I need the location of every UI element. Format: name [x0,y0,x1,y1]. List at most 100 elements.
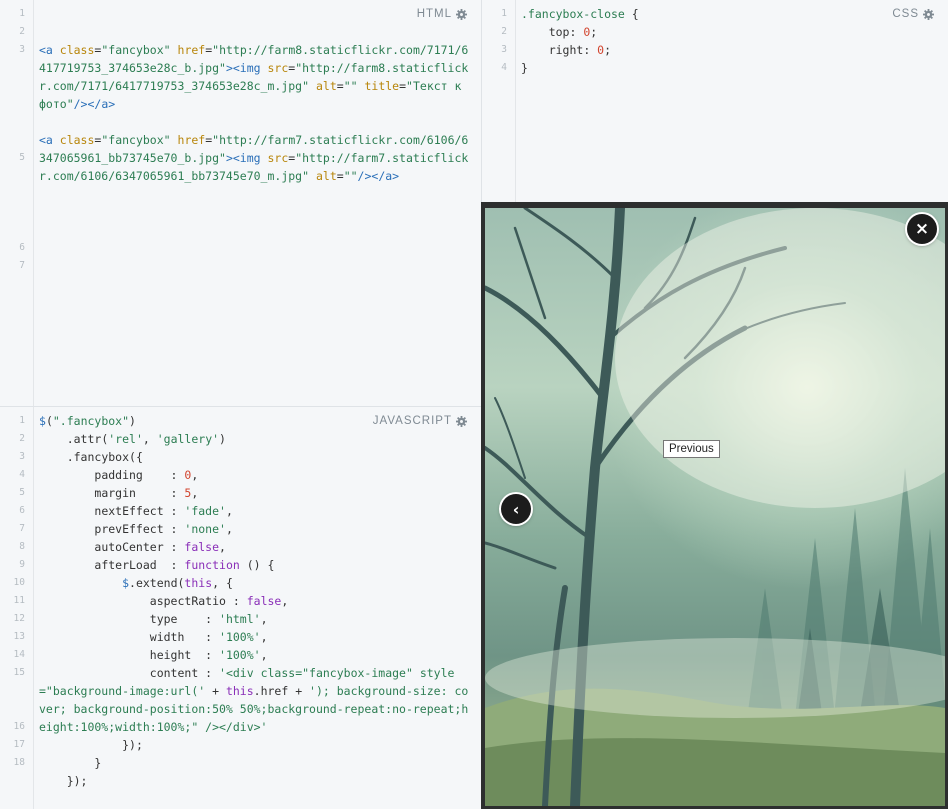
line-number: 13 [13,631,25,642]
line-number: 8 [19,541,25,552]
code-token: src [267,151,289,165]
html-gutter: 1 2 3 5 6 7 [0,0,34,406]
css-pane[interactable]: 1 2 3 4 .fancybox-close { top: 0; right:… [482,0,948,202]
forest-scene [485,208,945,806]
code-token: class [59,43,95,57]
line-number: 5 [19,487,25,498]
code-token: content : [39,666,220,680]
previous-tooltip: Previous [663,440,720,458]
code-token: { [624,7,639,21]
code-line: top: 0; [521,23,940,41]
code-token: } [521,61,528,75]
code-token: .attr( [39,432,109,446]
html-pane[interactable]: 1 2 3 5 6 7 <a class="fancybox" href="ht… [0,0,481,406]
line-number: 4 [501,62,507,73]
code-line: right: 0; [521,41,940,59]
line-number: 1 [501,8,507,19]
code-line: content : '<div class="fancybox-image" s… [39,664,473,736]
code-token: = [336,169,344,183]
code-token: $ [39,414,46,428]
js-code[interactable]: $(".fancybox") .attr('rel', 'gallery') .… [39,412,473,790]
html-code[interactable]: <a class="fancybox" href="http://farm8.s… [39,5,473,221]
line-number: 16 [13,721,25,732]
code-token: 'html' [219,612,261,626]
code-token: ) [219,432,226,446]
line-number: 6 [19,242,25,253]
line-number: 12 [13,613,25,624]
code-token: '100%' [219,648,261,662]
css-label-text: CSS [892,8,919,20]
line-number: 17 [13,739,25,750]
js-pane[interactable]: 1 2 3 4 5 6 7 8 9 10 11 12 13 14 15 16 17 18 $(".fancybox… [0,407,481,809]
line-number: 2 [501,26,507,37]
code-token: class [59,133,95,147]
code-token: 'none' [184,522,226,536]
code-token: nextEffect : [39,504,185,518]
line-number: 2 [19,26,25,37]
code-token: , [191,468,199,482]
code-token: "fancybox" [101,133,171,147]
code-token: right: [521,43,598,57]
code-token: title [364,79,400,93]
js-label-text: JAVASCRIPT [372,415,452,427]
code-token: ( [45,414,53,428]
code-token: <a [39,43,60,57]
code-token: , [260,630,268,644]
code-token: ><img [225,61,268,75]
lightbox-image[interactable]: × ‹ Previous [485,208,945,806]
css-code[interactable]: .fancybox-close { top: 0; right: 0;} [521,5,940,77]
line-number: 5 [19,152,25,163]
html-label-text: HTML [416,8,452,20]
line-number: 9 [19,559,25,570]
previous-arrow-icon[interactable]: ‹ [501,494,531,524]
code-token: "" [343,169,358,183]
code-token: autoCenter : [39,540,185,554]
code-line: padding : 0, [39,466,473,484]
line-number: 3 [501,44,507,55]
code-token: type : [39,612,220,626]
code-line: afterLoad : function () { [39,556,473,574]
code-token: href [177,133,206,147]
code-token: 'rel' [108,432,143,446]
code-token: "" [343,79,358,93]
code-token: href [177,43,206,57]
code-token: afterLoad : [39,558,185,572]
code-line: } [521,59,940,77]
code-token: + [205,684,226,698]
code-token: , [225,504,233,518]
code-token: .href + [253,684,310,698]
code-line: .fancybox({ [39,448,473,466]
code-token: .fancybox({ [39,450,143,464]
fancybox-lightbox: × ‹ Previous [481,202,948,809]
code-line: width : '100%', [39,628,473,646]
code-line: type : 'html', [39,610,473,628]
gear-icon[interactable] [456,415,467,427]
code-line: prevEffect : 'none', [39,520,473,538]
js-pane-label: JAVASCRIPT [373,415,467,427]
line-number: 18 [13,757,25,768]
code-line: <a class="fancybox" href="http://farm7.s… [39,131,473,185]
code-line: nextEffect : 'fade', [39,502,473,520]
code-token: function [184,558,240,572]
line-number: 1 [19,415,25,426]
code-token: ; [590,25,598,39]
gear-icon[interactable] [456,8,467,20]
line-number: 2 [19,433,25,444]
line-number: 1 [19,8,25,19]
code-token: false [246,594,282,608]
code-token: , [260,648,268,662]
horizontal-divider[interactable] [0,406,481,407]
line-number: 10 [13,577,25,588]
line-number: 6 [19,505,25,516]
code-token: aspectRatio : [39,594,247,608]
code-token: ; [604,43,612,57]
gear-icon[interactable] [923,8,934,20]
line-number: 14 [13,649,25,660]
code-token: .extend( [129,576,185,590]
close-icon[interactable]: × [907,214,937,244]
